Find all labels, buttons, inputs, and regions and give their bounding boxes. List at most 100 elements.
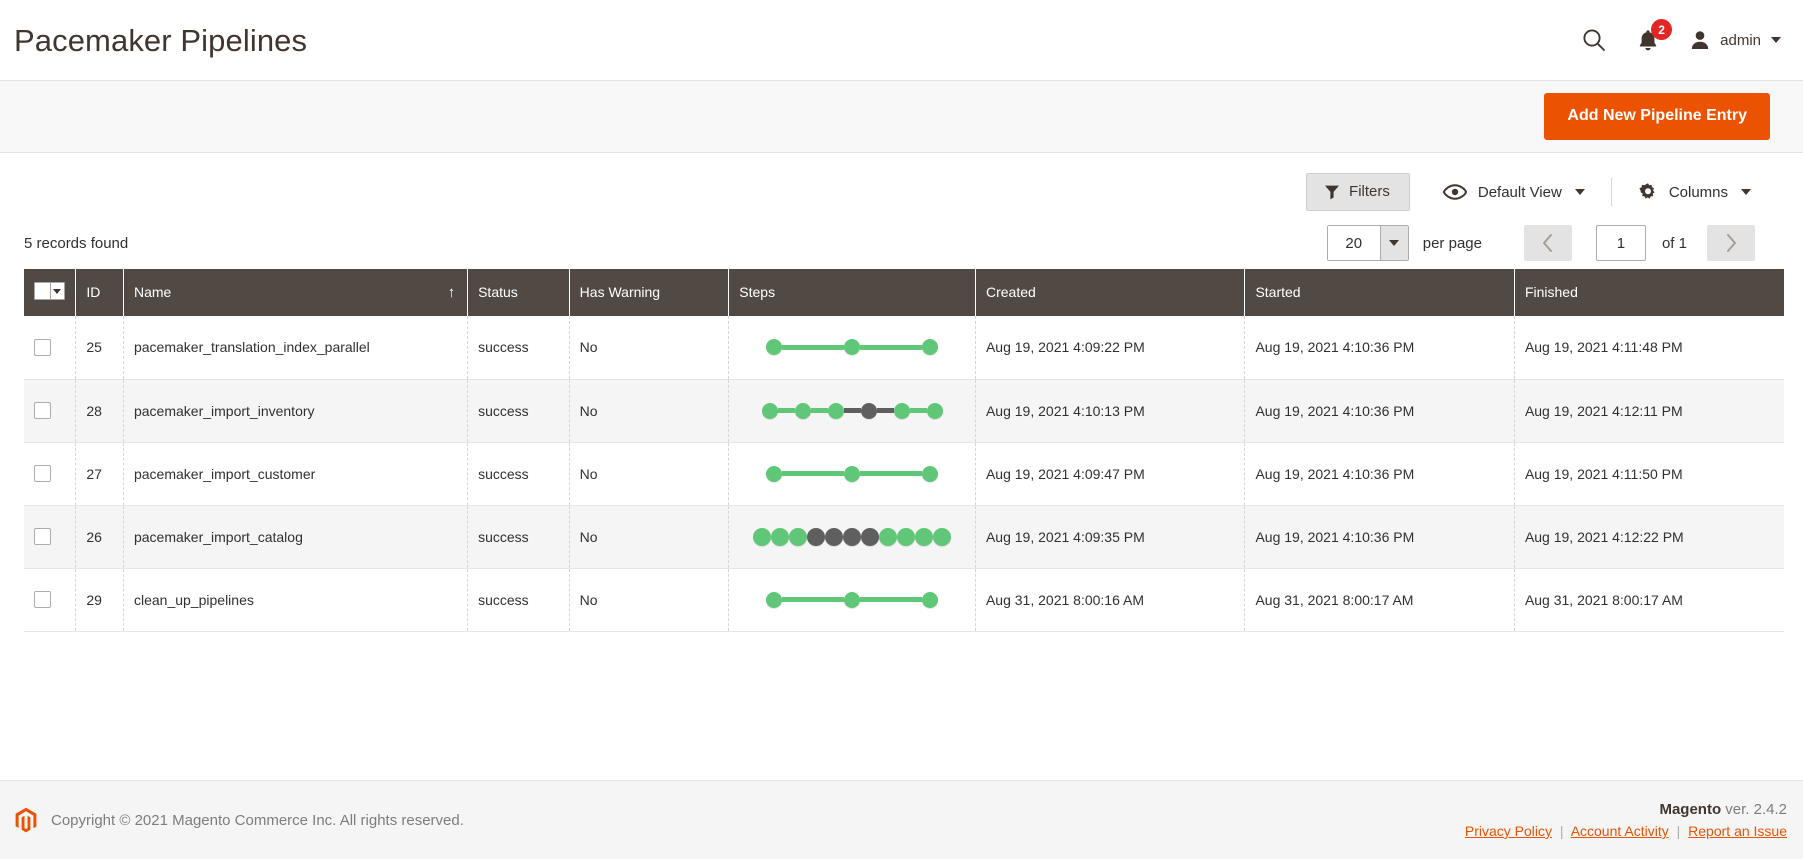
row-checkbox[interactable]: [34, 528, 51, 545]
page-title: Pacemaker Pipelines: [14, 22, 308, 58]
row-checkbox-cell[interactable]: [24, 316, 77, 380]
step-node-success: [922, 465, 939, 482]
step-node-pending: [843, 527, 862, 546]
select-all-arrow[interactable]: [49, 283, 64, 299]
chevron-down-icon: [1574, 189, 1585, 195]
step-connector: [843, 408, 861, 413]
column-header-finished[interactable]: Finished: [1514, 269, 1784, 316]
column-header-id[interactable]: ID: [75, 269, 124, 316]
cell-steps: [728, 316, 976, 380]
column-header-select-all[interactable]: [24, 269, 77, 316]
footer-link-separator: |: [1676, 823, 1681, 839]
select-all-checkbox[interactable]: [35, 283, 50, 299]
filters-label: Filters: [1349, 183, 1390, 200]
cell-id: 26: [75, 505, 124, 569]
cell-created: Aug 31, 2021 8:00:16 AM: [975, 568, 1246, 632]
privacy-policy-link[interactable]: Privacy Policy: [1465, 823, 1552, 839]
per-page-dropdown-arrow[interactable]: [1379, 226, 1408, 260]
cell-status: success: [467, 442, 570, 506]
cell-created: Aug 19, 2021 4:09:47 PM: [975, 442, 1246, 506]
column-header-steps[interactable]: Steps: [728, 269, 976, 316]
step-node-pending: [861, 527, 880, 546]
step-node-pending: [860, 402, 877, 419]
cell-started: Aug 19, 2021 4:10:36 PM: [1244, 442, 1515, 506]
next-page-button[interactable]: [1707, 225, 1755, 261]
magento-version-text: ver. 2.4.2: [1721, 801, 1787, 818]
row-checkbox[interactable]: [34, 591, 51, 608]
chevron-down-icon: [1389, 240, 1400, 246]
cell-steps: [728, 379, 976, 443]
column-label-finished: Finished: [1524, 284, 1578, 300]
cell-started: Aug 31, 2021 8:00:17 AM: [1244, 568, 1515, 632]
page-footer: Copyright © 2021 Magento Commerce Inc. A…: [0, 780, 1803, 859]
row-checkbox-cell[interactable]: [24, 568, 77, 632]
sort-ascending-icon: ↑: [447, 283, 456, 301]
step-node-pending: [807, 527, 826, 546]
steps-progress: [739, 591, 965, 608]
column-header-started[interactable]: Started: [1244, 269, 1515, 316]
search-icon[interactable]: [1581, 27, 1607, 53]
columns-dropdown[interactable]: Columns: [1638, 182, 1751, 202]
row-checkbox-cell[interactable]: [24, 505, 77, 569]
copyright-block: Copyright © 2021 Magento Commerce Inc. A…: [14, 807, 464, 833]
cell-name: pacemaker_translation_index_parallel: [123, 316, 469, 380]
magento-version: Magento ver. 2.4.2: [1465, 801, 1787, 818]
per-page-select[interactable]: 20: [1326, 225, 1409, 261]
table-row[interactable]: 25 pacemaker_translation_index_parallel su…: [24, 316, 1784, 380]
row-checkbox-cell[interactable]: [24, 442, 77, 506]
account-activity-link[interactable]: Account Activity: [1571, 823, 1669, 839]
cell-status: success: [467, 505, 570, 569]
chevron-down-icon: [53, 288, 62, 294]
step-node-success: [766, 465, 783, 482]
admin-user-menu[interactable]: admin: [1689, 29, 1781, 51]
table-row[interactable]: 27 pacemaker_import_customer success No Aug …: [24, 442, 1784, 506]
magento-brand: Magento: [1659, 801, 1722, 818]
step-connector: [777, 408, 795, 413]
cell-id: 27: [75, 442, 124, 506]
cell-name: pacemaker_import_catalog: [123, 505, 469, 569]
table-row[interactable]: 29 clean_up_pipelines success No Aug 31, 202…: [24, 568, 1784, 632]
default-view-dropdown[interactable]: Default View: [1442, 184, 1585, 201]
row-checkbox-cell[interactable]: [24, 379, 77, 443]
row-checkbox[interactable]: [34, 402, 51, 419]
previous-page-button[interactable]: [1523, 225, 1572, 261]
cell-name: pacemaker_import_inventory: [123, 379, 469, 443]
step-node-success: [766, 339, 783, 356]
row-checkbox[interactable]: [34, 338, 51, 356]
column-header-name[interactable]: Name ↑: [123, 269, 469, 316]
table-row[interactable]: 26 pacemaker_import_catalog success No Aug 1…: [24, 505, 1784, 569]
step-connector: [810, 408, 828, 413]
select-all-dropdown[interactable]: [34, 282, 65, 300]
step-node-success: [844, 465, 861, 482]
copyright-text: Copyright © 2021 Magento Commerce Inc. A…: [51, 811, 464, 829]
chevron-down-icon: [1741, 189, 1751, 195]
step-node-success: [926, 402, 943, 419]
column-header-status[interactable]: Status: [467, 269, 570, 316]
current-page-input[interactable]: [1595, 225, 1646, 261]
report-an-issue-link[interactable]: Report an Issue: [1688, 823, 1787, 839]
column-header-created[interactable]: Created: [975, 269, 1246, 316]
header-actions: 2 admin: [1581, 19, 1787, 53]
column-header-has-warning[interactable]: Has Warning: [569, 269, 730, 316]
table-header-row: ID Name ↑ Status Has Warning Steps Creat…: [24, 269, 1784, 316]
pagination-controls: 20 per page of 1: [1326, 225, 1789, 261]
cell-started: Aug 19, 2021 4:10:36 PM: [1244, 316, 1515, 380]
footer-link-separator: |: [1559, 823, 1564, 839]
table-row[interactable]: 28 pacemaker_import_inventory success No Aug…: [24, 379, 1784, 443]
cell-created: Aug 19, 2021 4:10:13 PM: [975, 379, 1246, 443]
step-node-success: [915, 527, 934, 546]
notifications-button[interactable]: 2: [1637, 19, 1673, 52]
step-node-success: [761, 402, 778, 419]
steps-progress: [739, 527, 965, 546]
step-connector: [860, 471, 923, 476]
cell-id: 28: [75, 379, 124, 443]
eye-icon: [1442, 184, 1467, 200]
row-checkbox[interactable]: [34, 465, 51, 482]
step-node-success: [933, 527, 952, 546]
toolbar-divider: [1610, 178, 1612, 206]
grid-subheader: 5 records found 20 per page of 1: [14, 217, 1789, 269]
add-new-pipeline-entry-button[interactable]: Add New Pipeline Entry: [1544, 93, 1770, 140]
grid-toolbar: Filters Default View Columns: [14, 153, 1789, 217]
filters-button[interactable]: Filters: [1306, 173, 1410, 211]
step-connector: [909, 408, 927, 413]
